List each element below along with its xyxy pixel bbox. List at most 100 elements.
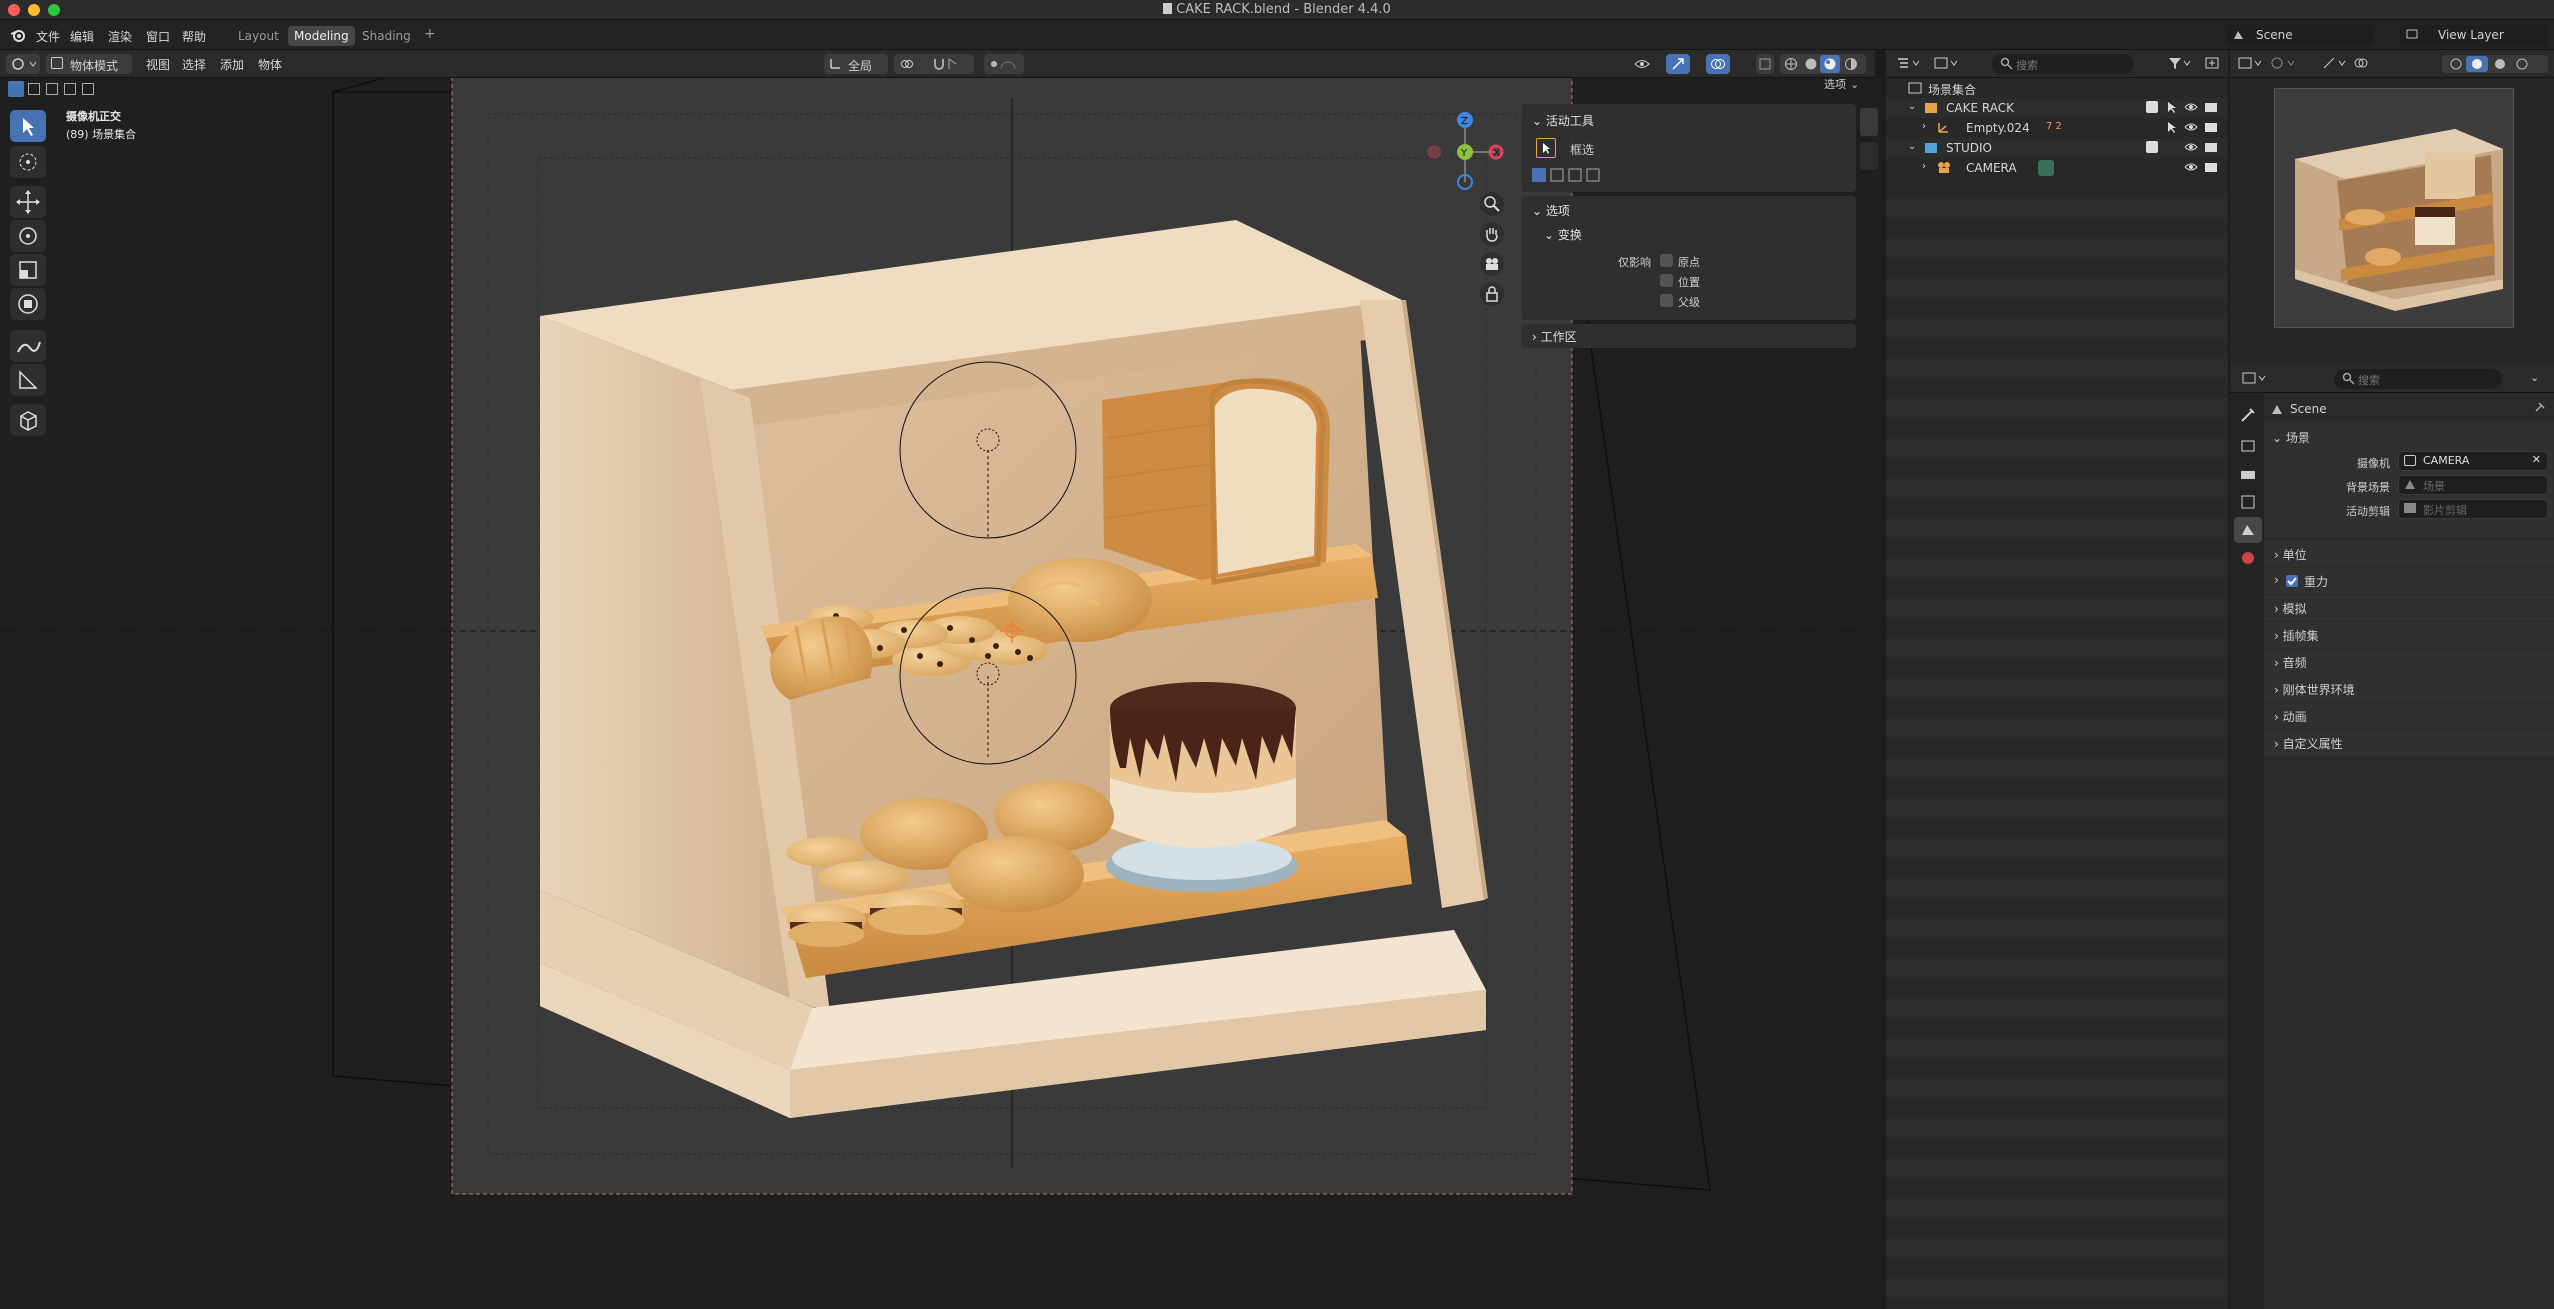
outliner-editor-icon[interactable]	[1896, 56, 1922, 73]
options-header[interactable]: ⌄ 选项	[1532, 202, 1570, 219]
mode-dropdown[interactable]: 物体模式	[46, 54, 132, 74]
eye-icon[interactable]	[2184, 121, 2198, 136]
overlay-small-icon[interactable]	[2354, 56, 2380, 73]
select-intersect-icon[interactable]	[82, 83, 94, 95]
measure-tool[interactable]	[10, 364, 46, 396]
keying-sets-section[interactable]: › 插帧集	[2264, 622, 2554, 648]
annotate-tool[interactable]	[10, 330, 46, 362]
exclude-checkbox[interactable]	[2146, 141, 2158, 153]
navigation-gizmo[interactable]: Z X Y	[1418, 110, 1512, 194]
select-box-tool[interactable]	[10, 110, 46, 142]
new-collection-icon[interactable]	[2204, 55, 2220, 74]
proportional-editing-toggle[interactable]	[984, 54, 1024, 74]
material-preview-icon[interactable]	[1820, 55, 1840, 73]
gizmo-small-icon[interactable]	[2322, 56, 2348, 73]
menu-window[interactable]: 窗口	[146, 28, 170, 45]
affect-origins-checkbox[interactable]	[1660, 254, 1673, 267]
editor-type-icon[interactable]	[2238, 56, 2264, 73]
menu-view[interactable]: 视图	[146, 56, 170, 73]
menu-add[interactable]: 添加	[220, 56, 244, 73]
gravity-section[interactable]: › 重力	[2264, 568, 2554, 594]
scene-section-header[interactable]: ⌄ 场景	[2272, 429, 2310, 446]
xray-toggle[interactable]	[1756, 54, 1774, 74]
outliner-row-camera[interactable]: › CAMERA	[1886, 158, 2228, 178]
shading-mode-group[interactable]	[1780, 54, 1866, 74]
units-section[interactable]: › 单位	[2264, 541, 2554, 567]
pin-icon[interactable]	[2532, 401, 2546, 418]
select-subtract-icon[interactable]	[46, 83, 58, 95]
rigid-body-world-section[interactable]: › 刚体世界环境	[2264, 676, 2554, 702]
outliner-row-studio[interactable]: ⌄ STUDIO	[1886, 138, 2228, 158]
cursor-tool[interactable]	[10, 146, 46, 178]
selectable-arrow-icon[interactable]	[2166, 100, 2178, 117]
pivot-point-dropdown[interactable]	[894, 54, 932, 74]
visibility-dropdown[interactable]	[1628, 54, 1664, 74]
tab-modeling[interactable]: Modeling	[288, 26, 355, 46]
camera-view-icon[interactable]	[1480, 252, 1504, 276]
simulation-section[interactable]: › 模拟	[2264, 595, 2554, 621]
animation-section[interactable]: › 动画	[2264, 703, 2554, 729]
render-camera-icon[interactable]	[2204, 121, 2218, 136]
display-mode-icon[interactable]	[1934, 56, 1960, 73]
transform-tool[interactable]	[10, 288, 46, 320]
render-camera-icon[interactable]	[2204, 161, 2218, 176]
solid-shading-icon[interactable]	[1804, 57, 1818, 74]
tool-tab[interactable]	[1860, 108, 1878, 136]
scale-tool[interactable]	[10, 254, 46, 286]
expand-arrow-icon[interactable]: ⌄	[1908, 101, 1916, 112]
wireframe-shading-icon[interactable]	[1784, 57, 1798, 74]
preview-mode-icon[interactable]	[2270, 56, 2310, 73]
3d-viewport[interactable]: 摄像机正交 (89) 场景集合 Z X Y 选项 ⌄ ⌄ 活动工具 框选 ⌄ 选…	[0, 78, 1882, 1309]
select-new-icon[interactable]	[8, 81, 24, 97]
select-extend-icon[interactable]	[28, 83, 40, 95]
rotate-tool[interactable]	[10, 220, 46, 252]
output-properties-tab[interactable]	[2234, 461, 2262, 487]
rendered-shading-icon[interactable]	[1844, 57, 1858, 74]
selectable-arrow-icon[interactable]	[2166, 120, 2178, 137]
filter-icon[interactable]	[2168, 56, 2192, 73]
render-properties-tab[interactable]	[2234, 433, 2262, 459]
tab-shading[interactable]: Shading	[356, 26, 417, 46]
custom-properties-section[interactable]: › 自定义属性	[2264, 730, 2554, 756]
chevron-down-icon[interactable]: ⌄	[2530, 371, 2539, 384]
properties-search-input[interactable]: 搜索	[2334, 369, 2502, 389]
menu-render[interactable]: 渲染	[108, 28, 132, 45]
world-properties-tab[interactable]	[2234, 545, 2262, 571]
move-tool[interactable]	[10, 186, 46, 218]
properties-editor-icon[interactable]	[2242, 371, 2268, 388]
outliner-row-empty[interactable]: › Empty.024 7 2	[1886, 118, 2228, 138]
eye-icon[interactable]	[2184, 101, 2198, 116]
scene-selector[interactable]: Scene	[2226, 25, 2374, 46]
menu-edit[interactable]: 编辑	[70, 28, 94, 45]
workspace-panel[interactable]: › 工作区	[1522, 324, 1856, 348]
render-camera-icon[interactable]	[2204, 141, 2218, 156]
view-layer-selector[interactable]: View Layer	[2400, 25, 2548, 46]
exclude-checkbox[interactable]	[2146, 101, 2158, 113]
tool-properties-tab[interactable]	[2234, 403, 2262, 429]
view-layer-properties-tab[interactable]	[2234, 489, 2262, 515]
active-tool-header[interactable]: ⌄ 活动工具	[1532, 112, 1594, 129]
tab-layout[interactable]: Layout	[232, 26, 285, 46]
expand-arrow-icon[interactable]: ›	[1922, 121, 1926, 132]
zoom-icon[interactable]	[1480, 192, 1504, 216]
select-mode-group[interactable]	[8, 81, 102, 97]
overlay-toggle[interactable]	[1706, 54, 1730, 74]
expand-arrow-icon[interactable]: ›	[1922, 161, 1926, 172]
preview-shading-group[interactable]	[2442, 55, 2548, 73]
view-tab[interactable]	[1860, 142, 1878, 170]
transform-orientation-dropdown[interactable]: 全局	[824, 54, 888, 74]
options-dropdown[interactable]: 选项 ⌄	[1824, 78, 1880, 98]
workspace-header[interactable]: › 工作区	[1532, 328, 1577, 345]
menu-help[interactable]: 帮助	[182, 28, 206, 45]
active-clip-field[interactable]: 影片剪辑	[2398, 499, 2548, 519]
audio-section[interactable]: › 音频	[2264, 649, 2554, 675]
tool-select-modes[interactable]	[1532, 168, 1606, 184]
menu-file[interactable]: 文件	[36, 28, 60, 45]
add-cube-tool[interactable]	[10, 404, 46, 436]
add-workspace-button[interactable]: +	[418, 23, 442, 43]
eye-icon[interactable]	[2184, 161, 2198, 176]
snap-toggle[interactable]	[928, 54, 974, 74]
pan-hand-icon[interactable]	[1480, 222, 1504, 246]
gizmo-toggle[interactable]	[1666, 54, 1690, 74]
transform-subheader[interactable]: ⌄ 变换	[1544, 226, 1582, 243]
